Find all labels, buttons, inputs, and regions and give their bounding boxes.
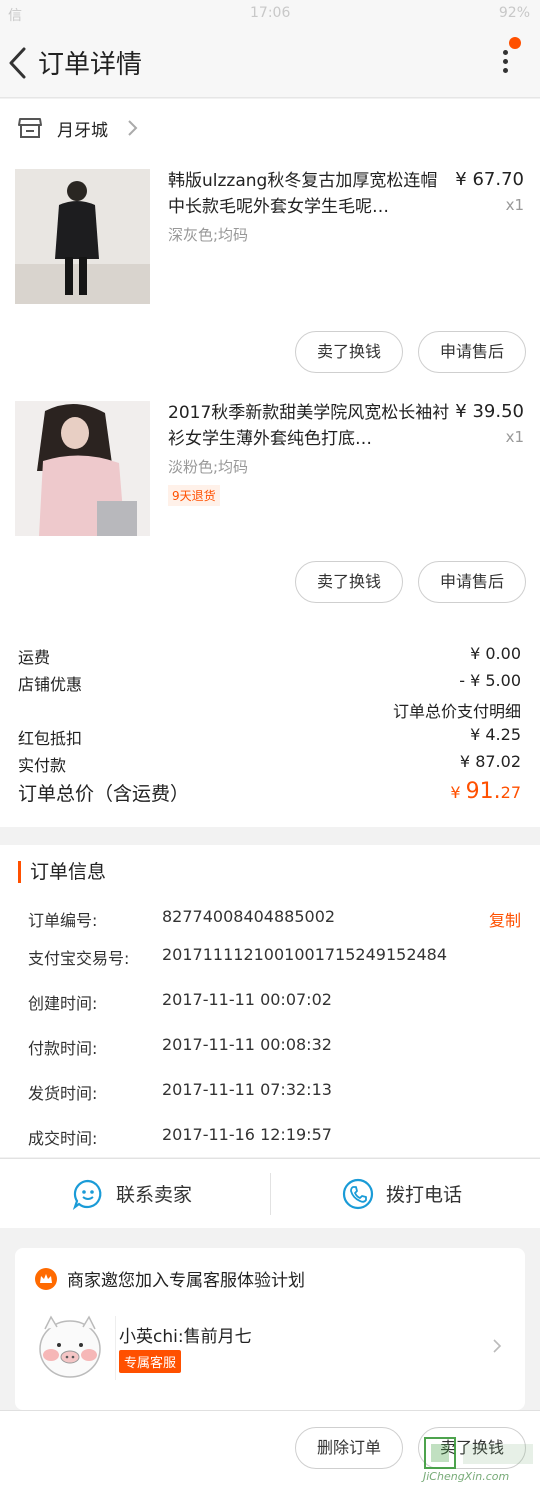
product-image[interactable] xyxy=(15,169,150,304)
total-decimal: 27 xyxy=(500,783,521,802)
order-total-value: ¥ 91.27 xyxy=(450,779,521,804)
exclusive-service-badge: 专属客服 xyxy=(119,1350,182,1373)
currency-symbol: ¥ xyxy=(450,783,466,802)
info-key: 创建时间: xyxy=(28,994,98,1013)
watermark-logo: JiChengXin.com xyxy=(423,1436,538,1483)
divider xyxy=(115,1316,116,1380)
product-sku: 淡粉色;均码 xyxy=(168,458,249,476)
watermark-text: JiChengXin.com xyxy=(423,1470,510,1483)
order-total-label: 订单总价（含运费） xyxy=(18,783,190,805)
sell-for-cash-button[interactable]: 卖了换钱 xyxy=(295,331,403,373)
product-image[interactable] xyxy=(15,401,150,536)
agent-name: 小英chi:售前月七 xyxy=(119,1327,252,1347)
red-packet-value: ¥ 4.25 xyxy=(470,725,521,744)
exclusive-service-card[interactable]: 商家邀您加入专属客服体验计划 小英chi:售前月七 专属客服 xyxy=(15,1248,525,1410)
status-bar: 信 17:06 92% xyxy=(0,0,540,28)
status-time: 17:06 xyxy=(250,5,291,21)
shipping-value: ¥ 0.00 xyxy=(470,644,521,663)
call-phone-button[interactable]: 拨打电话 xyxy=(271,1159,540,1229)
red-packet-label: 红包抵扣 xyxy=(18,729,83,748)
phone-icon xyxy=(342,1178,374,1210)
actual-paid-value: ¥ 87.02 xyxy=(459,752,521,771)
product-title[interactable]: 2017秋季新款甜美学院风宽松长袖衬衫女学生薄外套纯色打底… xyxy=(168,400,450,452)
page-title: 订单详情 xyxy=(38,50,143,80)
top-nav-bar: 订单详情 xyxy=(0,28,540,98)
product-price: ¥ 67.70 xyxy=(455,169,524,190)
info-value: 82774008404885002 xyxy=(162,907,336,926)
order-info-card: 订单信息 订单编号: 82774008404885002 复制 支付宝交易号: … xyxy=(0,845,540,1157)
payment-detail-link[interactable]: 订单总价支付明细 xyxy=(393,698,521,722)
contact-seller-button[interactable]: 联系卖家 xyxy=(0,1159,270,1229)
more-options-icon[interactable] xyxy=(494,46,516,86)
info-key: 订单编号: xyxy=(28,911,98,930)
copy-button[interactable]: 复制 xyxy=(489,907,521,931)
product-quantity: x1 xyxy=(505,196,524,214)
shipping-label: 运费 xyxy=(18,648,51,667)
info-key: 成交时间: xyxy=(28,1129,98,1148)
actual-paid-label: 实付款 xyxy=(18,756,67,775)
product-sku: 深灰色;均码 xyxy=(168,226,249,244)
info-value: 2017-11-11 07:32:13 xyxy=(162,1080,332,1099)
product-title[interactable]: 韩版ulzzang秋冬复古加厚宽松连帽中长款毛呢外套女学生毛呢… xyxy=(168,168,450,220)
agent-avatar[interactable] xyxy=(35,1311,105,1383)
return-policy-badge: 9天退货 xyxy=(168,485,220,506)
sell-for-cash-button[interactable]: 卖了换钱 xyxy=(295,561,403,603)
chevron-right-icon xyxy=(493,1339,502,1353)
discount-value: - ¥ 5.00 xyxy=(459,671,521,690)
promo-title: 商家邀您加入专属客服体验计划 xyxy=(67,1271,305,1291)
order-item[interactable]: 韩版ulzzang秋冬复古加厚宽松连帽中长款毛呢外套女学生毛呢… ¥ 67.70… xyxy=(0,169,540,399)
shop-name[interactable]: 月牙城 xyxy=(57,116,108,141)
info-key: 支付宝交易号: xyxy=(28,949,130,968)
info-value: 2017111121001001715249152484 xyxy=(162,945,448,964)
back-arrow-icon[interactable] xyxy=(6,45,30,81)
request-after-sale-button[interactable]: 申请售后 xyxy=(418,331,526,373)
crown-icon xyxy=(35,1268,57,1290)
order-info-title: 订单信息 xyxy=(18,861,106,883)
info-value: 2017-11-16 12:19:57 xyxy=(162,1125,332,1144)
info-key: 发货时间: xyxy=(28,1084,98,1103)
order-items-card: 月牙城 韩版ulzzang秋冬复古加厚宽松连帽中长款毛呢外套女学生毛呢… ¥ 6… xyxy=(0,99,540,827)
store-icon xyxy=(18,118,42,138)
battery-level: 92% xyxy=(498,5,530,21)
call-phone-label: 拨打电话 xyxy=(386,1184,463,1206)
info-key: 付款时间: xyxy=(28,1039,98,1058)
chat-bubble-icon xyxy=(72,1179,102,1210)
product-quantity: x1 xyxy=(505,428,524,446)
contact-bar: 联系卖家 拨打电话 xyxy=(0,1158,540,1228)
notification-dot xyxy=(509,37,521,49)
total-integer: 91. xyxy=(465,779,501,804)
order-item[interactable]: 2017秋季新款甜美学院风宽松长袖衬衫女学生薄外套纯色打底… ¥ 39.50 x… xyxy=(0,401,540,631)
discount-label: 店铺优惠 xyxy=(18,675,83,694)
delete-order-button[interactable]: 删除订单 xyxy=(295,1427,403,1469)
product-price: ¥ 39.50 xyxy=(455,401,524,422)
chevron-right-icon xyxy=(128,120,138,136)
request-after-sale-button[interactable]: 申请售后 xyxy=(418,561,526,603)
shop-header[interactable]: 月牙城 xyxy=(0,99,540,157)
info-value: 2017-11-11 00:08:32 xyxy=(162,1035,332,1054)
info-value: 2017-11-11 00:07:02 xyxy=(162,990,332,1009)
contact-seller-label: 联系卖家 xyxy=(116,1184,193,1206)
signal-indicator: 信 xyxy=(8,8,22,24)
